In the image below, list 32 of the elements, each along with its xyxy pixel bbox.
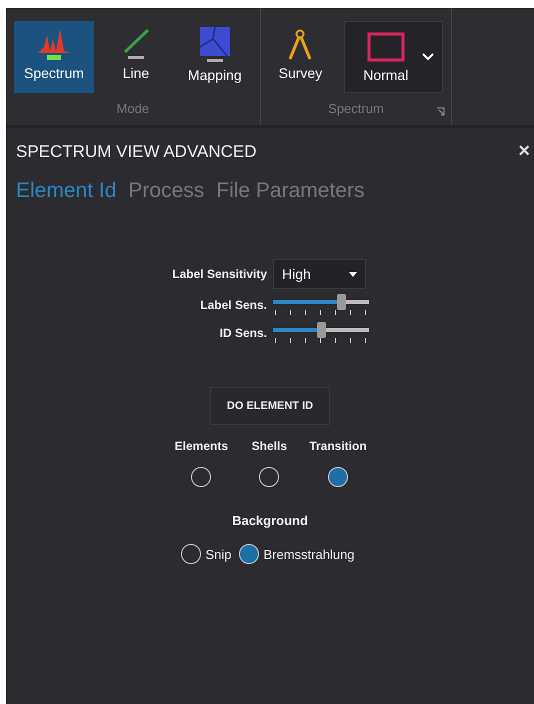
ribbon-button[interactable]: Line [106,21,166,93]
slider-label: Label Sens. [200,298,267,312]
radio-label: Shells [252,439,287,453]
ribbon-button[interactable]: Survey [268,21,332,93]
tab[interactable]: Element Id [16,179,116,203]
radio-button[interactable] [239,544,260,564]
radio-label: Elements [174,439,228,453]
close-button[interactable]: × [518,140,530,163]
panel-title: SPECTRUM VIEW ADVANCED [16,142,257,162]
field-label: Label Sensitivity [172,267,267,281]
slider-thumb[interactable] [317,322,326,338]
radio-label: Bremsstrahlung [263,546,355,562]
radio-button[interactable] [259,467,280,487]
radio-label: Transition [309,439,367,453]
dropdown-arrow-icon [349,272,357,276]
rectangle-icon [366,31,406,63]
dialog-launcher-icon[interactable] [436,107,446,116]
radio-button[interactable] [191,467,212,487]
section-label: Background [232,513,308,528]
chevron-icon [422,53,434,61]
radio-button[interactable] [181,544,202,564]
slider-thumb[interactable] [337,294,346,310]
ribbon-button[interactable]: Spectrum [14,21,94,93]
sensitivity-dropdown[interactable]: High [273,259,366,289]
ribbon-button[interactable]: Mapping [178,21,252,93]
radio-button[interactable] [328,467,348,487]
element-id-button[interactable]: DO ELEMENT ID [210,387,330,425]
group-label: Mode [116,101,150,116]
group-label: Spectrum [328,101,384,116]
radio-label: Snip [205,546,232,562]
style-dropdown[interactable]: Normal [344,21,444,93]
slider-label: ID Sens. [220,326,267,340]
